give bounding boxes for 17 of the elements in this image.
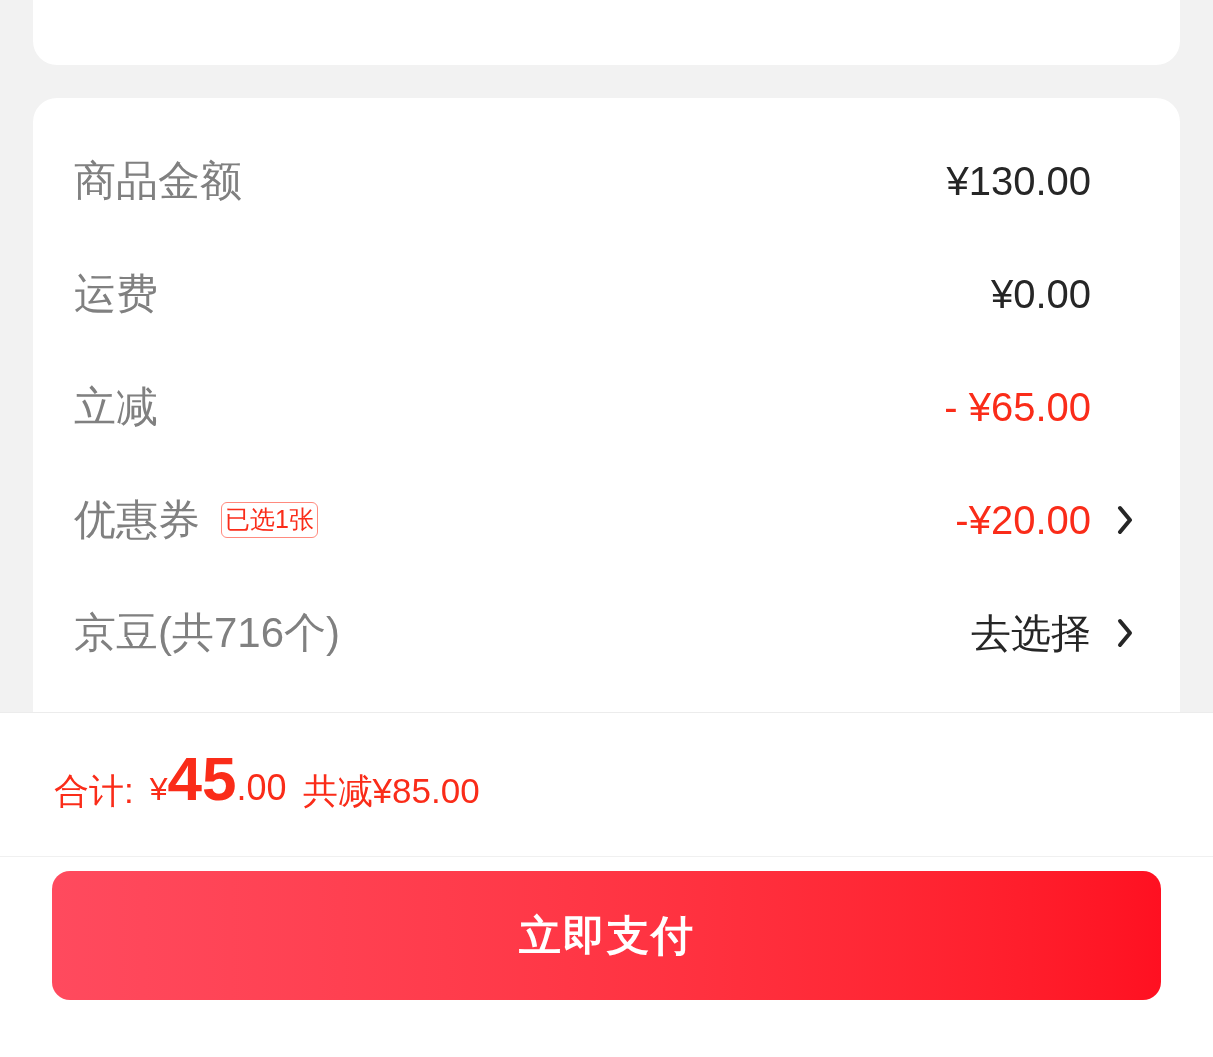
chevron-right-icon[interactable]	[1117, 504, 1133, 535]
discount-value: - ¥65.00	[944, 386, 1091, 427]
total-savings: 共减¥85.00	[302, 773, 480, 808]
discount-value: -¥20.00	[955, 499, 1091, 540]
chevron-right-icon[interactable]	[1117, 617, 1133, 648]
row-label: 优惠券	[74, 498, 200, 541]
row-label: 立减	[74, 385, 158, 428]
total-label: 合计:	[54, 773, 134, 808]
row-label: 运费	[74, 272, 158, 315]
total-amount: ¥45.00	[149, 748, 287, 810]
selected-coupon-badge: 已选1张	[221, 501, 318, 538]
row-label: 京豆(共716个)	[74, 611, 341, 654]
amount-value: ¥130.00	[946, 160, 1091, 201]
amount-value: ¥0.00	[990, 273, 1091, 314]
row-label: 商品金额	[74, 159, 242, 202]
pay-now-button[interactable]: 立即支付	[52, 871, 1161, 1000]
select-link[interactable]: 去选择	[971, 612, 1091, 653]
